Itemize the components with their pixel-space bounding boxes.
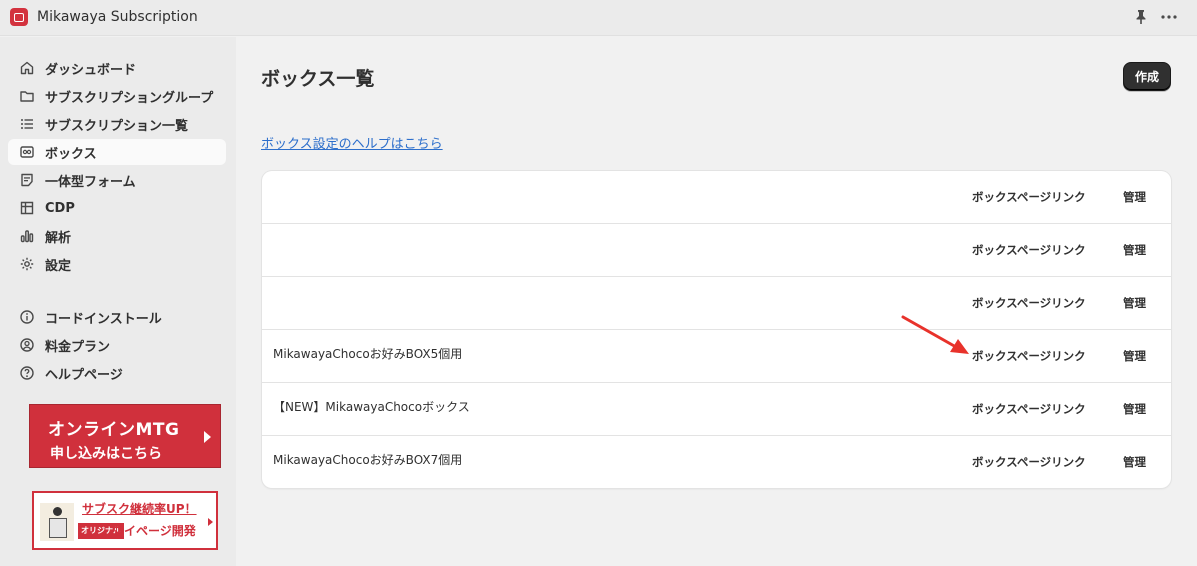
sidebar-item-cdp[interactable]: CDP xyxy=(8,195,226,221)
home-icon xyxy=(20,61,34,75)
window-titlebar: Mikawaya Subscription xyxy=(0,0,1197,36)
sidebar-item-label: コードインストール xyxy=(45,311,162,327)
manage-link[interactable]: 管理 xyxy=(1123,189,1146,205)
box-page-link[interactable]: ボックスページリンク xyxy=(972,454,1086,470)
box-name: MikawayaChocoお好みBOX5個用 xyxy=(273,347,463,361)
manage-link[interactable]: 管理 xyxy=(1123,454,1146,470)
gear-icon xyxy=(20,257,34,271)
question-icon xyxy=(20,366,34,380)
sidebar-item-label: 設定 xyxy=(45,258,72,274)
box-page-link[interactable]: ボックスページリンク xyxy=(972,401,1086,417)
box-name: MikawayaChocoお好みBOX7個用 xyxy=(273,453,463,467)
app-title: Mikawaya Subscription xyxy=(37,9,198,25)
manage-link[interactable]: 管理 xyxy=(1123,348,1146,364)
banner-mtg-line1: オンラインMTG xyxy=(48,420,180,440)
box-icon xyxy=(20,146,34,158)
sidebar-item-label: サブスクリプショングループ xyxy=(45,90,214,106)
grid-icon xyxy=(20,201,34,215)
table-row: MikawayaChocoお好みBOX5個用 ボックスページリンク 管理 xyxy=(262,330,1171,383)
sidebar-item-dashboard[interactable]: ダッシュボード xyxy=(8,55,226,81)
user-circle-icon xyxy=(20,338,34,352)
manage-link[interactable]: 管理 xyxy=(1123,242,1146,258)
sidebar-item-label: 料金プラン xyxy=(45,339,111,355)
table-row: ボックスページリンク 管理 xyxy=(262,277,1171,330)
play-arrow-icon xyxy=(208,518,213,526)
app-logo-icon xyxy=(10,8,28,26)
sidebar-item-box[interactable]: ボックス xyxy=(8,139,226,165)
sidebar: ダッシュボード サブスクリプショングループ サブスクリプション一覧 ボックス 一… xyxy=(0,37,236,566)
table-row: 【NEW】MikawayaChocoボックス ボックスページリンク 管理 xyxy=(262,383,1171,436)
mypage-dev-banner[interactable]: サブスク継続率UP！ オリジナル マイページ開発 xyxy=(32,491,218,550)
banner-mtg-line2: 申し込みはこちら xyxy=(50,446,162,462)
list-icon xyxy=(21,119,33,129)
manage-link[interactable]: 管理 xyxy=(1123,295,1146,311)
table-row: ボックスページリンク 管理 xyxy=(262,224,1171,277)
person-illustration-icon xyxy=(40,503,74,541)
red-arrow-annotation-icon xyxy=(901,315,969,354)
box-list-card: ボックスページリンク 管理 ボックスページリンク 管理 ボックスページリンク 管… xyxy=(262,171,1171,488)
online-mtg-banner[interactable]: オンラインMTG 申し込みはこちら xyxy=(29,404,221,468)
sidebar-item-label: 一体型フォーム xyxy=(45,174,136,190)
pin-icon[interactable] xyxy=(1134,9,1148,25)
banner-sub-line1: サブスク継続率UP！ xyxy=(82,502,197,516)
sidebar-item-label: ヘルプページ xyxy=(45,367,123,383)
box-page-link[interactable]: ボックスページリンク xyxy=(972,348,1086,364)
folder-icon xyxy=(20,91,34,102)
sidebar-item-label: ボックス xyxy=(45,146,97,162)
sidebar-item-code-install[interactable]: コードインストール xyxy=(8,304,226,330)
sidebar-item-label: CDP xyxy=(45,200,75,216)
sidebar-item-subscription-groups[interactable]: サブスクリプショングループ xyxy=(8,83,226,109)
form-icon xyxy=(21,173,33,187)
box-name: 【NEW】MikawayaChocoボックス xyxy=(273,400,470,414)
sidebar-item-analytics[interactable]: 解析 xyxy=(8,223,226,249)
sidebar-item-integrated-form[interactable]: 一体型フォーム xyxy=(8,167,226,193)
box-page-link[interactable]: ボックスページリンク xyxy=(972,295,1086,311)
table-row: MikawayaChocoお好みBOX7個用 ボックスページリンク 管理 xyxy=(262,436,1171,489)
table-row: ボックスページリンク 管理 xyxy=(262,171,1171,224)
sidebar-item-subscription-list[interactable]: サブスクリプション一覧 xyxy=(8,111,226,137)
bar-chart-icon xyxy=(20,230,34,243)
page-title: ボックス一覧 xyxy=(261,68,375,90)
box-page-link[interactable]: ボックスページリンク xyxy=(972,189,1086,205)
box-settings-help-link[interactable]: ボックス設定のヘルプはこちら xyxy=(261,133,443,152)
more-icon[interactable] xyxy=(1160,9,1178,25)
manage-link[interactable]: 管理 xyxy=(1123,401,1146,417)
create-button[interactable]: 作成 xyxy=(1123,62,1171,91)
sidebar-item-settings[interactable]: 設定 xyxy=(8,251,226,277)
banner-sub-line2: マイページ開発 xyxy=(112,524,196,538)
sidebar-item-label: 解析 xyxy=(45,230,72,246)
sidebar-item-help[interactable]: ヘルプページ xyxy=(8,360,226,386)
sidebar-item-label: サブスクリプション一覧 xyxy=(45,118,189,134)
play-arrow-icon xyxy=(204,431,211,443)
info-icon xyxy=(20,310,34,324)
box-page-link[interactable]: ボックスページリンク xyxy=(972,242,1086,258)
sidebar-item-pricing[interactable]: 料金プラン xyxy=(8,332,226,358)
sidebar-item-label: ダッシュボード xyxy=(45,62,137,78)
